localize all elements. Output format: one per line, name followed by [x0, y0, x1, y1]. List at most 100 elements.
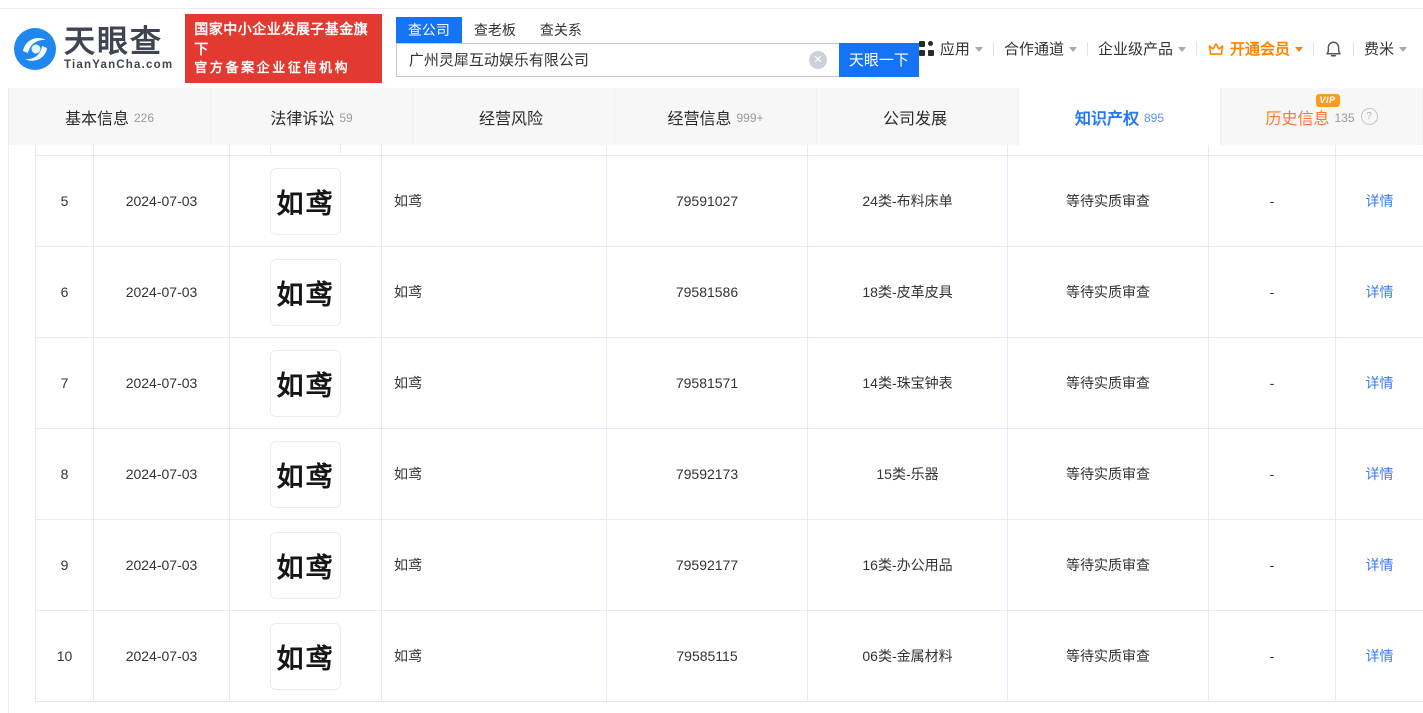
- apply-date: 2024-07-03: [94, 338, 230, 429]
- tab-business-info[interactable]: 经营信息 999+: [615, 88, 817, 145]
- trademark-image[interactable]: 如鸢: [270, 349, 341, 417]
- detail-link[interactable]: 详情: [1366, 191, 1394, 211]
- nav-open-vip[interactable]: 开通会员: [1207, 38, 1303, 59]
- crown-icon: [1208, 42, 1224, 55]
- tab-legal-proceedings[interactable]: 法律诉讼 59: [211, 88, 413, 145]
- tianyancha-logo[interactable]: 天眼查 TianYanCha.com: [13, 26, 173, 72]
- row-index: 6: [35, 247, 94, 338]
- trademark-image-text: 如鸢: [276, 552, 335, 583]
- cell: [1336, 145, 1423, 156]
- tab-intellectual-property[interactable]: 知识产权 895: [1019, 88, 1221, 145]
- badge-line1: 国家中小企业发展子基金旗下: [194, 20, 369, 58]
- tab-label: 基本信息: [64, 110, 129, 128]
- tab-count: 895: [1143, 110, 1165, 125]
- tab-count: 59: [339, 110, 353, 125]
- nav-notifications[interactable]: [1324, 39, 1343, 59]
- trademark-image-cell: 如鸢: [230, 156, 382, 247]
- trademark-status: 等待实质审查: [1008, 338, 1209, 429]
- trademark-name: 如鸢: [382, 156, 607, 247]
- badge-line2: 官方备案企业征信机构: [194, 60, 351, 76]
- apply-date: 2024-07-03: [94, 247, 230, 338]
- detail-cell: 详情: [1336, 611, 1423, 702]
- table-row: 10 2024-07-03 如鸢 如鸢 79585115 06类-金属材料 等待…: [35, 611, 1423, 702]
- nav-user-label: 费米: [1363, 41, 1394, 58]
- trademark-name: 如鸢: [382, 520, 607, 611]
- tab-label: 公司发展: [882, 110, 947, 128]
- divider: [1086, 41, 1088, 56]
- detail-link[interactable]: 详情: [1366, 646, 1394, 666]
- logo-subtitle: TianYanCha.com: [64, 58, 174, 71]
- cell: [1209, 145, 1336, 156]
- row-index: 8: [35, 429, 94, 520]
- trademark-category: 14类-珠宝钟表: [808, 338, 1008, 429]
- nav-apps[interactable]: 应用: [918, 38, 983, 59]
- logo-title: 天眼查: [64, 23, 163, 59]
- trademark-name: 如鸢: [382, 429, 607, 520]
- search-tab-relation[interactable]: 查关系: [528, 17, 594, 43]
- divider: [1352, 41, 1354, 56]
- trademark-image[interactable]: 如鸢: [270, 440, 341, 508]
- help-icon[interactable]: ?: [1360, 108, 1378, 125]
- search-tab-boss[interactable]: 查老板: [462, 17, 528, 43]
- registration-number: 79585115: [607, 611, 808, 702]
- search-button[interactable]: 天眼一下: [838, 42, 919, 77]
- table-row: 5 2024-07-03 如鸢 如鸢 79591027 24类-布料床单 等待实…: [35, 156, 1423, 247]
- trademark-status: 等待实质审查: [1008, 429, 1209, 520]
- detail-cell: 详情: [1336, 520, 1423, 611]
- trademark-image-cell: 如鸢: [230, 247, 382, 338]
- row-index: 7: [35, 338, 94, 429]
- registration-number: 79581571: [607, 338, 808, 429]
- tab-label: 法律诉讼: [270, 110, 335, 128]
- tab-label: 历史信息: [1265, 110, 1330, 128]
- trademark-image-text: 如鸢: [276, 461, 335, 492]
- table-row: 8 2024-07-03 如鸢 如鸢 79592173 15类-乐器 等待实质审…: [35, 429, 1423, 520]
- nav-cooperation[interactable]: 合作通道: [1004, 38, 1077, 59]
- trademark-category: 16类-办公用品: [808, 520, 1008, 611]
- nav-cooperation-label: 合作通道: [1003, 41, 1064, 58]
- apply-date: 2024-07-03: [94, 520, 230, 611]
- tab-basic-info[interactable]: 基本信息 226: [9, 88, 211, 145]
- trademark-image[interactable]: 如鸢: [270, 622, 341, 690]
- trademark-image[interactable]: 如鸢: [270, 258, 341, 326]
- trademark-image-cell: 如鸢: [230, 429, 382, 520]
- search-input[interactable]: [395, 42, 839, 77]
- chevron-down-icon: [1068, 47, 1077, 52]
- registration-number: 79581586: [607, 247, 808, 338]
- apply-date: 2024-07-03: [94, 611, 230, 702]
- search-row: ✕ 天眼一下: [395, 42, 919, 77]
- registration-number: 79591027: [607, 156, 808, 247]
- chevron-down-icon: [974, 47, 983, 52]
- chevron-down-icon: [1177, 47, 1186, 52]
- trademark-status: 等待实质审查: [1008, 611, 1209, 702]
- tianyancha-logo-icon: [14, 27, 56, 70]
- tab-count: 226: [133, 110, 155, 125]
- trademark-image-text: 如鸢: [276, 370, 335, 401]
- nav-enterprise[interactable]: 企业级产品: [1098, 38, 1186, 59]
- search-tabs: 查公司 查老板 查关系: [395, 16, 919, 43]
- cell: [1008, 145, 1209, 156]
- nav-user[interactable]: 费米: [1364, 38, 1407, 59]
- cell: [808, 145, 1008, 156]
- divider: [992, 41, 994, 56]
- tab-history-info[interactable]: VIP 历史信息 135 ?: [1221, 88, 1423, 145]
- process-placeholder: -: [1209, 247, 1336, 338]
- detail-link[interactable]: 详情: [1366, 555, 1394, 575]
- trademark-image[interactable]: 如鸢: [270, 531, 341, 599]
- clear-input-icon[interactable]: ✕: [808, 50, 827, 69]
- tab-operational-risk[interactable]: 经营风险: [413, 88, 615, 145]
- trademark-image[interactable]: 如鸢: [270, 167, 341, 235]
- row-index: 5: [35, 156, 94, 247]
- tab-company-development[interactable]: 公司发展: [817, 88, 1019, 145]
- detail-link[interactable]: 详情: [1366, 464, 1394, 484]
- trademark-table: 5 2024-07-03 如鸢 如鸢 79591027 24类-布料床单 等待实…: [35, 145, 1423, 702]
- top-divider: [0, 0, 1423, 9]
- process-placeholder: -: [1209, 520, 1336, 611]
- chevron-down-icon: [1399, 47, 1407, 52]
- detail-link[interactable]: 详情: [1366, 282, 1394, 302]
- trademark-category: 18类-皮革皮具: [808, 247, 1008, 338]
- search-tab-company[interactable]: 查公司: [395, 16, 462, 43]
- detail-link[interactable]: 详情: [1366, 373, 1394, 393]
- detail-cell: 详情: [1336, 247, 1423, 338]
- cell: [230, 145, 382, 156]
- trademark-image-text: 如鸢: [276, 188, 335, 219]
